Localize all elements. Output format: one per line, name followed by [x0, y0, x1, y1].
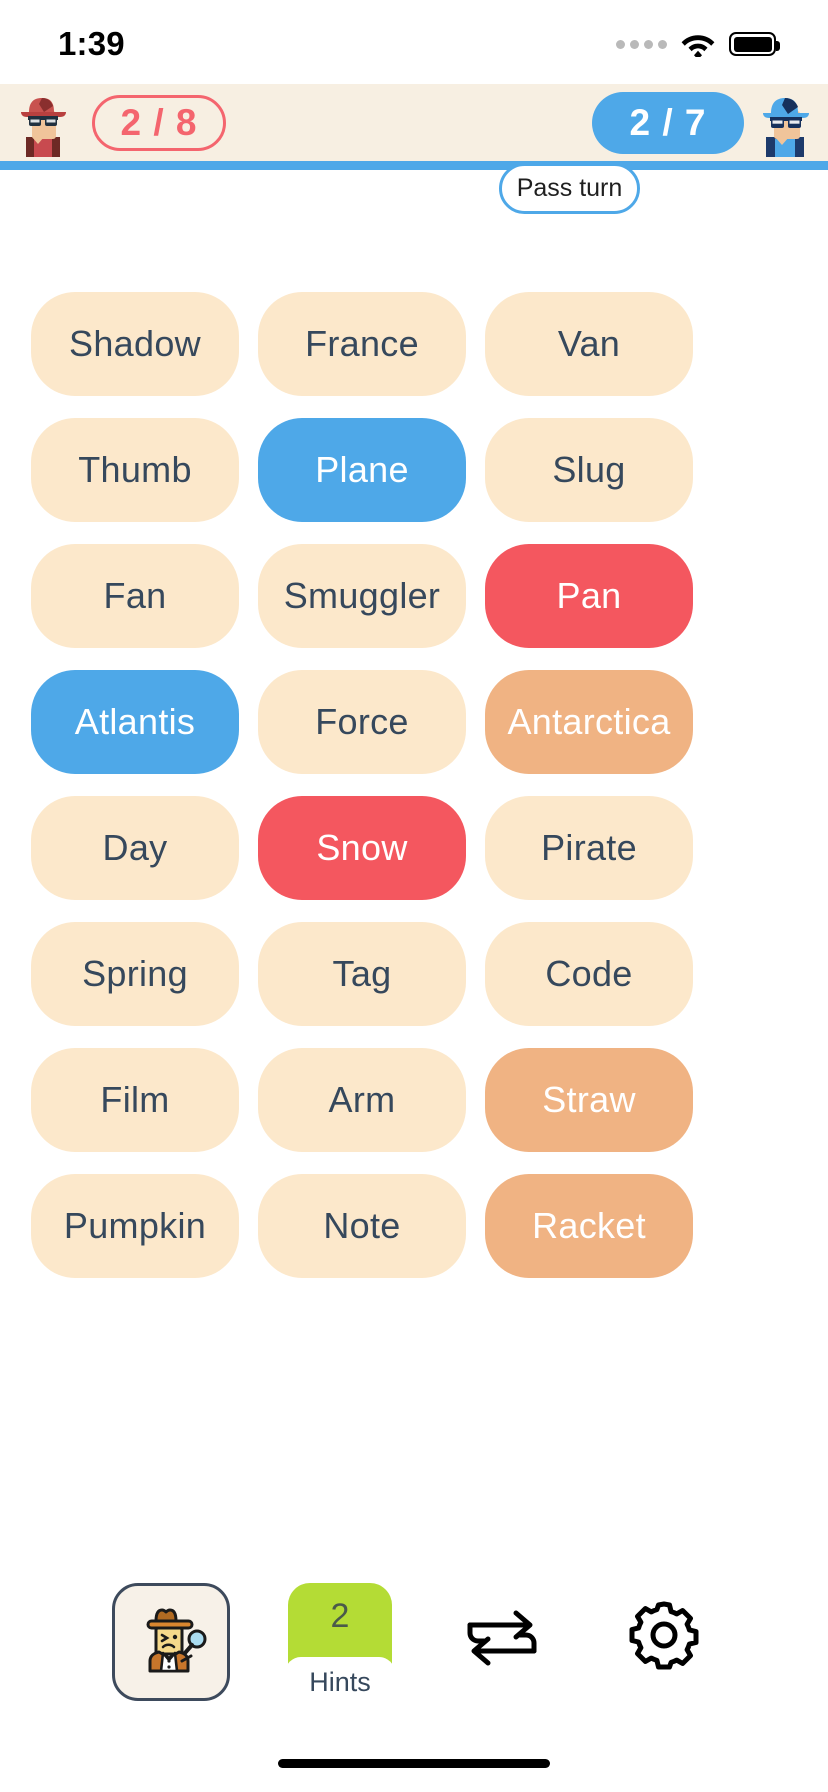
word-card[interactable]: Straw — [485, 1048, 693, 1152]
cellular-dots-icon — [616, 39, 667, 49]
word-card[interactable]: Slug — [485, 418, 693, 522]
spymaster-button[interactable] — [112, 1583, 230, 1701]
blue-spy-avatar — [754, 89, 816, 157]
app-root: 1:39 2 / 8 2 / 7 Pass turn Shadow France… — [0, 0, 828, 1792]
word-card[interactable]: Code — [485, 922, 693, 1026]
word-card[interactable]: Spring — [31, 922, 239, 1026]
blue-team-panel: 2 / 7 — [592, 89, 816, 157]
red-team-panel: 2 / 8 — [12, 89, 226, 157]
word-card[interactable]: Racket — [485, 1174, 693, 1278]
hints-label: Hints — [285, 1657, 395, 1707]
game-top-bar: 2 / 8 2 / 7 — [0, 84, 828, 161]
status-bar-indicators — [616, 31, 780, 60]
word-card[interactable]: Smuggler — [258, 544, 466, 648]
wifi-icon — [681, 31, 715, 60]
word-card[interactable]: Note — [258, 1174, 466, 1278]
word-card[interactable]: France — [258, 292, 466, 396]
gear-icon — [626, 1598, 702, 1678]
word-card[interactable]: Film — [31, 1048, 239, 1152]
word-card[interactable]: Day — [31, 796, 239, 900]
word-card[interactable]: Pirate — [485, 796, 693, 900]
word-card[interactable]: Force — [258, 670, 466, 774]
red-team-score: 2 / 8 — [92, 94, 226, 151]
status-bar: 1:39 — [0, 0, 828, 84]
hints-button[interactable]: 2 Hints — [285, 1583, 395, 1707]
word-card[interactable]: Arm — [258, 1048, 466, 1152]
word-card[interactable]: Pumpkin — [31, 1174, 239, 1278]
settings-button[interactable] — [612, 1583, 716, 1693]
word-card[interactable]: Thumb — [31, 418, 239, 522]
home-indicator — [278, 1759, 550, 1768]
swap-arrows-icon — [460, 1601, 544, 1675]
pass-turn-button[interactable]: Pass turn — [499, 163, 640, 214]
word-card[interactable]: Van — [485, 292, 693, 396]
red-spy-avatar — [12, 89, 74, 157]
word-card[interactable]: Plane — [258, 418, 466, 522]
word-card[interactable]: Pan — [485, 544, 693, 648]
word-card[interactable]: Antarctica — [485, 670, 693, 774]
swap-turn-button[interactable] — [450, 1583, 554, 1693]
hints-count: 2 — [330, 1597, 350, 1635]
bottom-toolbar: 2 Hints — [0, 1583, 828, 1713]
word-card[interactable]: Fan — [31, 544, 239, 648]
word-card[interactable]: Shadow — [31, 292, 239, 396]
active-turn-indicator-bar — [0, 161, 828, 170]
status-bar-time: 1:39 — [58, 25, 125, 62]
word-card[interactable]: Atlantis — [31, 670, 239, 774]
blue-team-score: 2 / 7 — [592, 91, 744, 154]
word-card-grid: Shadow France Van Thumb Plane Slug Fan Smuggler… — [31, 292, 796, 1278]
detective-magnifier-icon — [130, 1599, 212, 1685]
word-card[interactable]: Tag — [258, 922, 466, 1026]
word-card[interactable]: Snow — [258, 796, 466, 900]
battery-full-icon — [729, 32, 780, 56]
